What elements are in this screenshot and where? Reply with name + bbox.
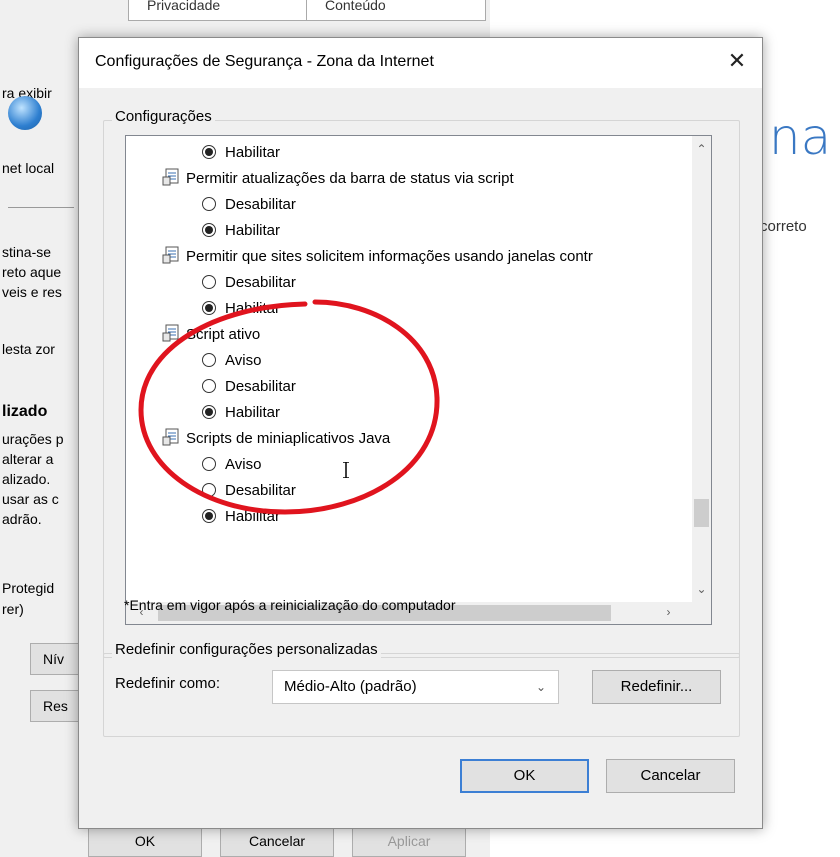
reset-as-label: Redefinir como: — [115, 675, 221, 692]
reset-group-label: Redefinir configurações personalizadas — [112, 641, 381, 658]
setting-label: Permitir que sites solicitem informações… — [186, 248, 593, 265]
option-label: Habilitar — [225, 144, 281, 161]
setting-label: Scripts de miniaplicativos Java — [186, 430, 391, 447]
ok-button[interactable]: OK — [460, 759, 589, 793]
bg-text: Protegid — [2, 580, 55, 596]
radio-checked-icon[interactable] — [202, 145, 216, 159]
bg-text: alterar a — [2, 451, 54, 467]
bg-text: veis e res — [2, 284, 62, 300]
radio-unchecked-icon[interactable] — [202, 483, 216, 497]
reset-level-value: Médio-Alto (padrão) — [284, 678, 417, 695]
bg-divider — [8, 207, 74, 208]
option-label: Desabilitar — [225, 378, 296, 395]
bg-text: net local — [2, 160, 55, 176]
close-icon[interactable]: ✕ — [722, 46, 752, 76]
settings-tree[interactable]: Habilitar Permitir atualizações da barra … — [125, 135, 712, 625]
radio-unchecked-icon[interactable] — [202, 275, 216, 289]
script-icon — [162, 246, 179, 264]
radio-option[interactable]: Habilitar — [202, 401, 280, 425]
radio-option[interactable]: Desabilitar — [202, 193, 296, 217]
dialog-title: Configurações de Segurança - Zona da Int… — [95, 53, 434, 70]
title-bar: Configurações de Segurança - Zona da Int… — [79, 38, 762, 88]
bg-cancel-button[interactable]: Cancelar — [220, 825, 334, 857]
vertical-scrollbar[interactable]: ⌃ ⌄ — [692, 136, 711, 602]
setting-label: Permitir atualizações da barra de status… — [186, 170, 514, 187]
option-label: Aviso — [225, 352, 262, 369]
bg-page-text: correto — [760, 218, 807, 235]
radio-option[interactable]: Desabilitar — [202, 375, 296, 399]
radio-checked-icon[interactable] — [202, 509, 216, 523]
scroll-up-icon[interactable]: ⌃ — [692, 142, 711, 156]
bg-text: usar as c — [2, 491, 59, 507]
radio-unchecked-icon[interactable] — [202, 379, 216, 393]
radio-option[interactable]: Desabilitar — [202, 479, 296, 503]
script-icon — [162, 168, 179, 186]
option-label: Desabilitar — [225, 196, 296, 213]
bg-ok-button[interactable]: OK — [88, 825, 202, 857]
mouse-cursor-icon — [343, 462, 349, 478]
radio-option[interactable]: Aviso — [202, 453, 261, 477]
radio-checked-icon[interactable] — [202, 301, 216, 315]
bg-text: urações p — [2, 431, 64, 447]
reset-level-select[interactable]: Médio-Alto (padrão) ⌄ — [272, 670, 559, 704]
scroll-down-icon[interactable]: ⌄ — [692, 582, 711, 596]
bg-text: rer) — [2, 601, 24, 617]
radio-checked-icon[interactable] — [202, 223, 216, 237]
option-label: Desabilitar — [225, 482, 296, 499]
bg-page-heading: ina — [755, 108, 832, 166]
radio-unchecked-icon[interactable] — [202, 353, 216, 367]
restart-note: *Entra em vigor após a reinicialização d… — [124, 597, 456, 613]
bg-text: stina-se — [2, 244, 52, 260]
tab-privacy[interactable]: Privacidade — [128, 0, 308, 21]
radio-option[interactable]: Habilitar — [202, 219, 280, 243]
option-label: Desabilitar — [225, 274, 296, 291]
vertical-scroll-thumb[interactable] — [694, 499, 709, 527]
bg-text: adrão. — [2, 511, 42, 527]
setting-item: Permitir atualizações da barra de status… — [162, 167, 514, 191]
bg-heading: lizado — [2, 403, 48, 420]
security-settings-dialog: Configurações de Segurança - Zona da Int… — [78, 37, 763, 829]
settings-tree-items: Habilitar Permitir atualizações da barra … — [126, 136, 692, 602]
scroll-corner — [692, 602, 711, 624]
radio-option[interactable]: Aviso — [202, 349, 261, 373]
option-label: Habilitar — [225, 404, 281, 421]
script-icon — [162, 428, 179, 446]
radio-option[interactable]: Habilitar — [202, 297, 280, 321]
radio-option[interactable]: Habilitar — [202, 505, 280, 529]
bg-text: alizado. — [2, 471, 51, 487]
radio-unchecked-icon[interactable] — [202, 197, 216, 211]
radio-unchecked-icon[interactable] — [202, 457, 216, 471]
option-label: Habilitar — [225, 222, 281, 239]
bg-text: reto aque — [2, 264, 62, 280]
chevron-down-icon: ⌄ — [535, 680, 546, 694]
option-label: Habilitar — [225, 508, 281, 525]
bg-text: lesta zor — [2, 341, 55, 357]
cancel-button[interactable]: Cancelar — [606, 759, 735, 793]
radio-option[interactable]: Desabilitar — [202, 271, 296, 295]
setting-label: Script ativo — [186, 326, 261, 343]
radio-option[interactable]: Habilitar — [202, 141, 280, 165]
option-label: Habilitar — [225, 300, 281, 317]
option-label: Aviso — [225, 456, 262, 473]
reset-button[interactable]: Redefinir... — [592, 670, 721, 704]
globe-icon — [8, 96, 42, 130]
scroll-right-icon[interactable]: › — [659, 605, 678, 619]
settings-group-label: Configurações — [112, 108, 215, 125]
tab-content[interactable]: Conteúdo — [306, 0, 486, 21]
setting-item: Scripts de miniaplicativos Java — [162, 427, 390, 451]
bg-apply-button[interactable]: Aplicar — [352, 825, 466, 857]
script-icon — [162, 324, 179, 342]
setting-item: Script ativo — [162, 323, 260, 347]
setting-item: Permitir que sites solicitem informações… — [162, 245, 593, 269]
radio-checked-icon[interactable] — [202, 405, 216, 419]
